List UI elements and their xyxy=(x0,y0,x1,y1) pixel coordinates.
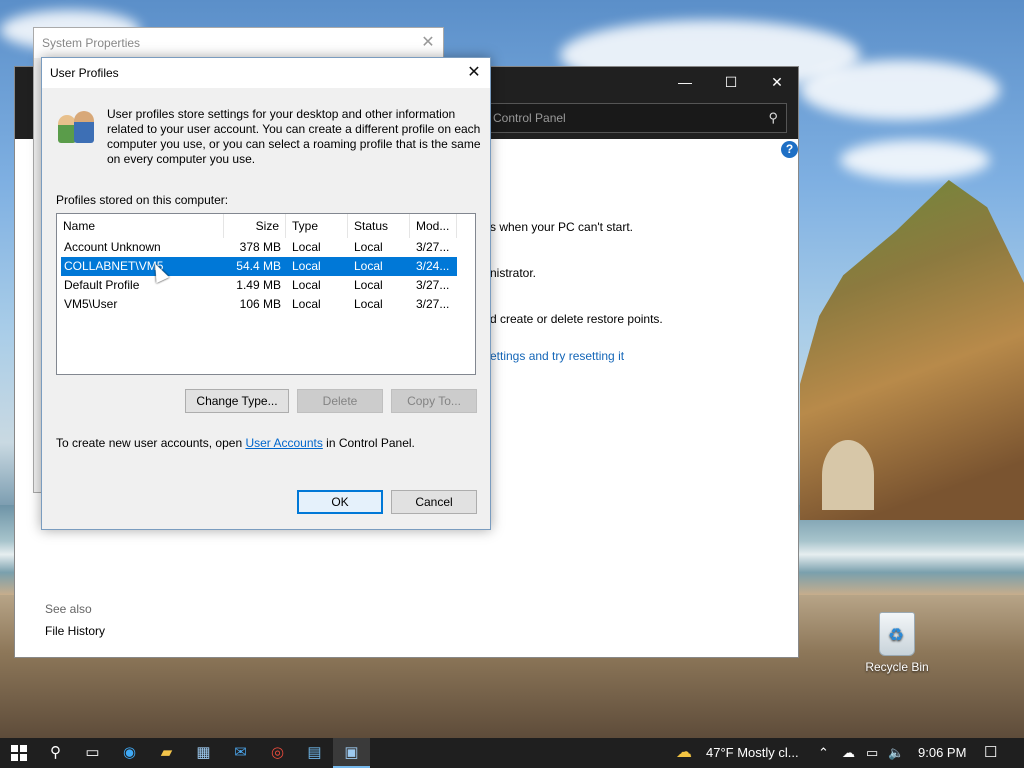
control-panel-icon[interactable]: ▤ xyxy=(296,738,333,768)
file-history-link[interactable]: File History xyxy=(45,624,105,638)
system-properties-titlebar: System Properties ✕ xyxy=(34,28,443,58)
ok-button[interactable]: OK xyxy=(297,490,383,514)
system-properties-title: System Properties xyxy=(42,36,141,50)
weather-text[interactable]: 47°F Mostly cl... xyxy=(706,738,799,768)
recycle-bin-icon: ♻ xyxy=(879,612,915,656)
search-placeholder: Control Panel xyxy=(493,111,566,125)
search-icon[interactable]: ⚲ xyxy=(37,738,74,768)
volume-icon[interactable]: 🔈 xyxy=(888,738,904,768)
column-header-type[interactable]: Type xyxy=(286,214,348,238)
table-row-selected[interactable]: COLLABNET\VM5 54.4 MB Local Local 3/24..… xyxy=(61,257,457,276)
profiles-list[interactable]: Name Size Type Status Mod... Account Unk… xyxy=(56,213,476,375)
recycle-bin-shortcut[interactable]: ♻ Recycle Bin xyxy=(858,612,936,674)
cp-text-line: s when your PC can't start. xyxy=(490,220,634,234)
task-view-icon[interactable]: ▭ xyxy=(74,738,111,768)
table-row[interactable]: VM5\User 106 MB Local Local 3/27... xyxy=(61,295,457,314)
table-row[interactable]: Account Unknown 378 MB Local Local 3/27.… xyxy=(61,238,457,257)
change-type-button[interactable]: Change Type... xyxy=(185,389,289,413)
cell-name: Account Unknown xyxy=(64,240,161,254)
intro-text: User profiles store settings for your de… xyxy=(107,107,481,166)
column-header-name[interactable]: Name xyxy=(57,214,224,238)
user-accounts-link[interactable]: User Accounts xyxy=(245,436,322,450)
cell-modified: 3/27... xyxy=(416,278,450,292)
delete-button[interactable]: Delete xyxy=(297,389,383,413)
notifications-icon[interactable]: ☐ xyxy=(984,738,997,768)
cell-modified: 3/24... xyxy=(416,259,450,273)
cell-name: VM5\User xyxy=(64,297,118,311)
control-panel-search-input[interactable]: Control Panel ⚲ xyxy=(480,103,787,133)
cp-text-line: d create or delete restore points. xyxy=(490,312,663,326)
taskbar: ⚲ ▭ ◉ ▰ ▦ ✉ ◎ ▤ ▣ ☁ 47°F Mostly cl... ⌃ … xyxy=(0,738,1024,768)
onedrive-icon[interactable]: ☁ xyxy=(842,738,855,768)
close-icon[interactable]: ✕ xyxy=(413,28,443,58)
users-icon xyxy=(56,109,96,145)
edge-icon[interactable]: ◉ xyxy=(111,738,148,768)
minimize-button[interactable]: — xyxy=(662,67,708,97)
network-icon[interactable]: ▭ xyxy=(866,738,878,768)
help-icon[interactable]: ? xyxy=(781,141,798,158)
note-text: in Control Panel. xyxy=(322,436,415,450)
chevron-up-icon[interactable]: ⌃ xyxy=(818,738,829,768)
store-icon[interactable]: ▦ xyxy=(185,738,222,768)
see-also-heading: See also xyxy=(45,602,92,616)
windows-start-icon[interactable] xyxy=(0,738,37,768)
cell-type: Local xyxy=(292,240,321,254)
cell-modified: 3/27... xyxy=(416,240,450,254)
list-header: Name Size Type Status Mod... xyxy=(57,214,475,238)
cell-status: Local xyxy=(354,278,383,292)
chrome-icon[interactable]: ◎ xyxy=(259,738,296,768)
search-icon[interactable]: ⚲ xyxy=(768,104,778,132)
cell-type: Local xyxy=(292,259,321,273)
cell-size: 1.49 MB xyxy=(236,278,281,292)
dialog-titlebar: User Profiles ✕ xyxy=(42,58,490,88)
cp-text-line: nistrator. xyxy=(490,266,537,280)
file-explorer-icon[interactable]: ▰ xyxy=(148,738,185,768)
cell-status: Local xyxy=(354,297,383,311)
weather-icon[interactable]: ☁ xyxy=(676,738,692,768)
copy-to-button[interactable]: Copy To... xyxy=(391,389,477,413)
note-text: To create new user accounts, open xyxy=(56,436,246,450)
clock-time[interactable]: 9:06 PM xyxy=(918,738,966,768)
reset-settings-link[interactable]: ettings and try resetting it xyxy=(490,349,624,363)
maximize-button[interactable]: ☐ xyxy=(708,67,754,97)
cell-status: Local xyxy=(354,240,383,254)
cell-type: Local xyxy=(292,297,321,311)
cell-name: Default Profile xyxy=(64,278,140,292)
recycle-bin-label: Recycle Bin xyxy=(865,660,929,674)
column-header-status[interactable]: Status xyxy=(348,214,410,238)
column-header-size[interactable]: Size xyxy=(224,214,286,238)
create-accounts-note: To create new user accounts, open User A… xyxy=(56,436,415,450)
cell-size: 106 MB xyxy=(239,297,281,311)
close-button[interactable]: ✕ xyxy=(754,67,800,97)
cell-size: 378 MB xyxy=(239,240,281,254)
system-properties-icon[interactable]: ▣ xyxy=(333,738,370,768)
cancel-button[interactable]: Cancel xyxy=(391,490,477,514)
mail-icon[interactable]: ✉ xyxy=(222,738,259,768)
column-header-modified[interactable]: Mod... xyxy=(410,214,457,238)
cell-size: 54.4 MB xyxy=(236,259,281,273)
cell-type: Local xyxy=(292,278,321,292)
cell-modified: 3/27... xyxy=(416,297,450,311)
cell-status: Local xyxy=(354,259,383,273)
user-profiles-dialog: User Profiles ✕ User profiles store sett… xyxy=(41,57,491,530)
table-row[interactable]: Default Profile 1.49 MB Local Local 3/27… xyxy=(61,276,457,295)
dialog-title: User Profiles xyxy=(50,66,119,80)
close-icon[interactable]: ✕ xyxy=(458,58,490,88)
profiles-label: Profiles stored on this computer: xyxy=(56,193,229,207)
